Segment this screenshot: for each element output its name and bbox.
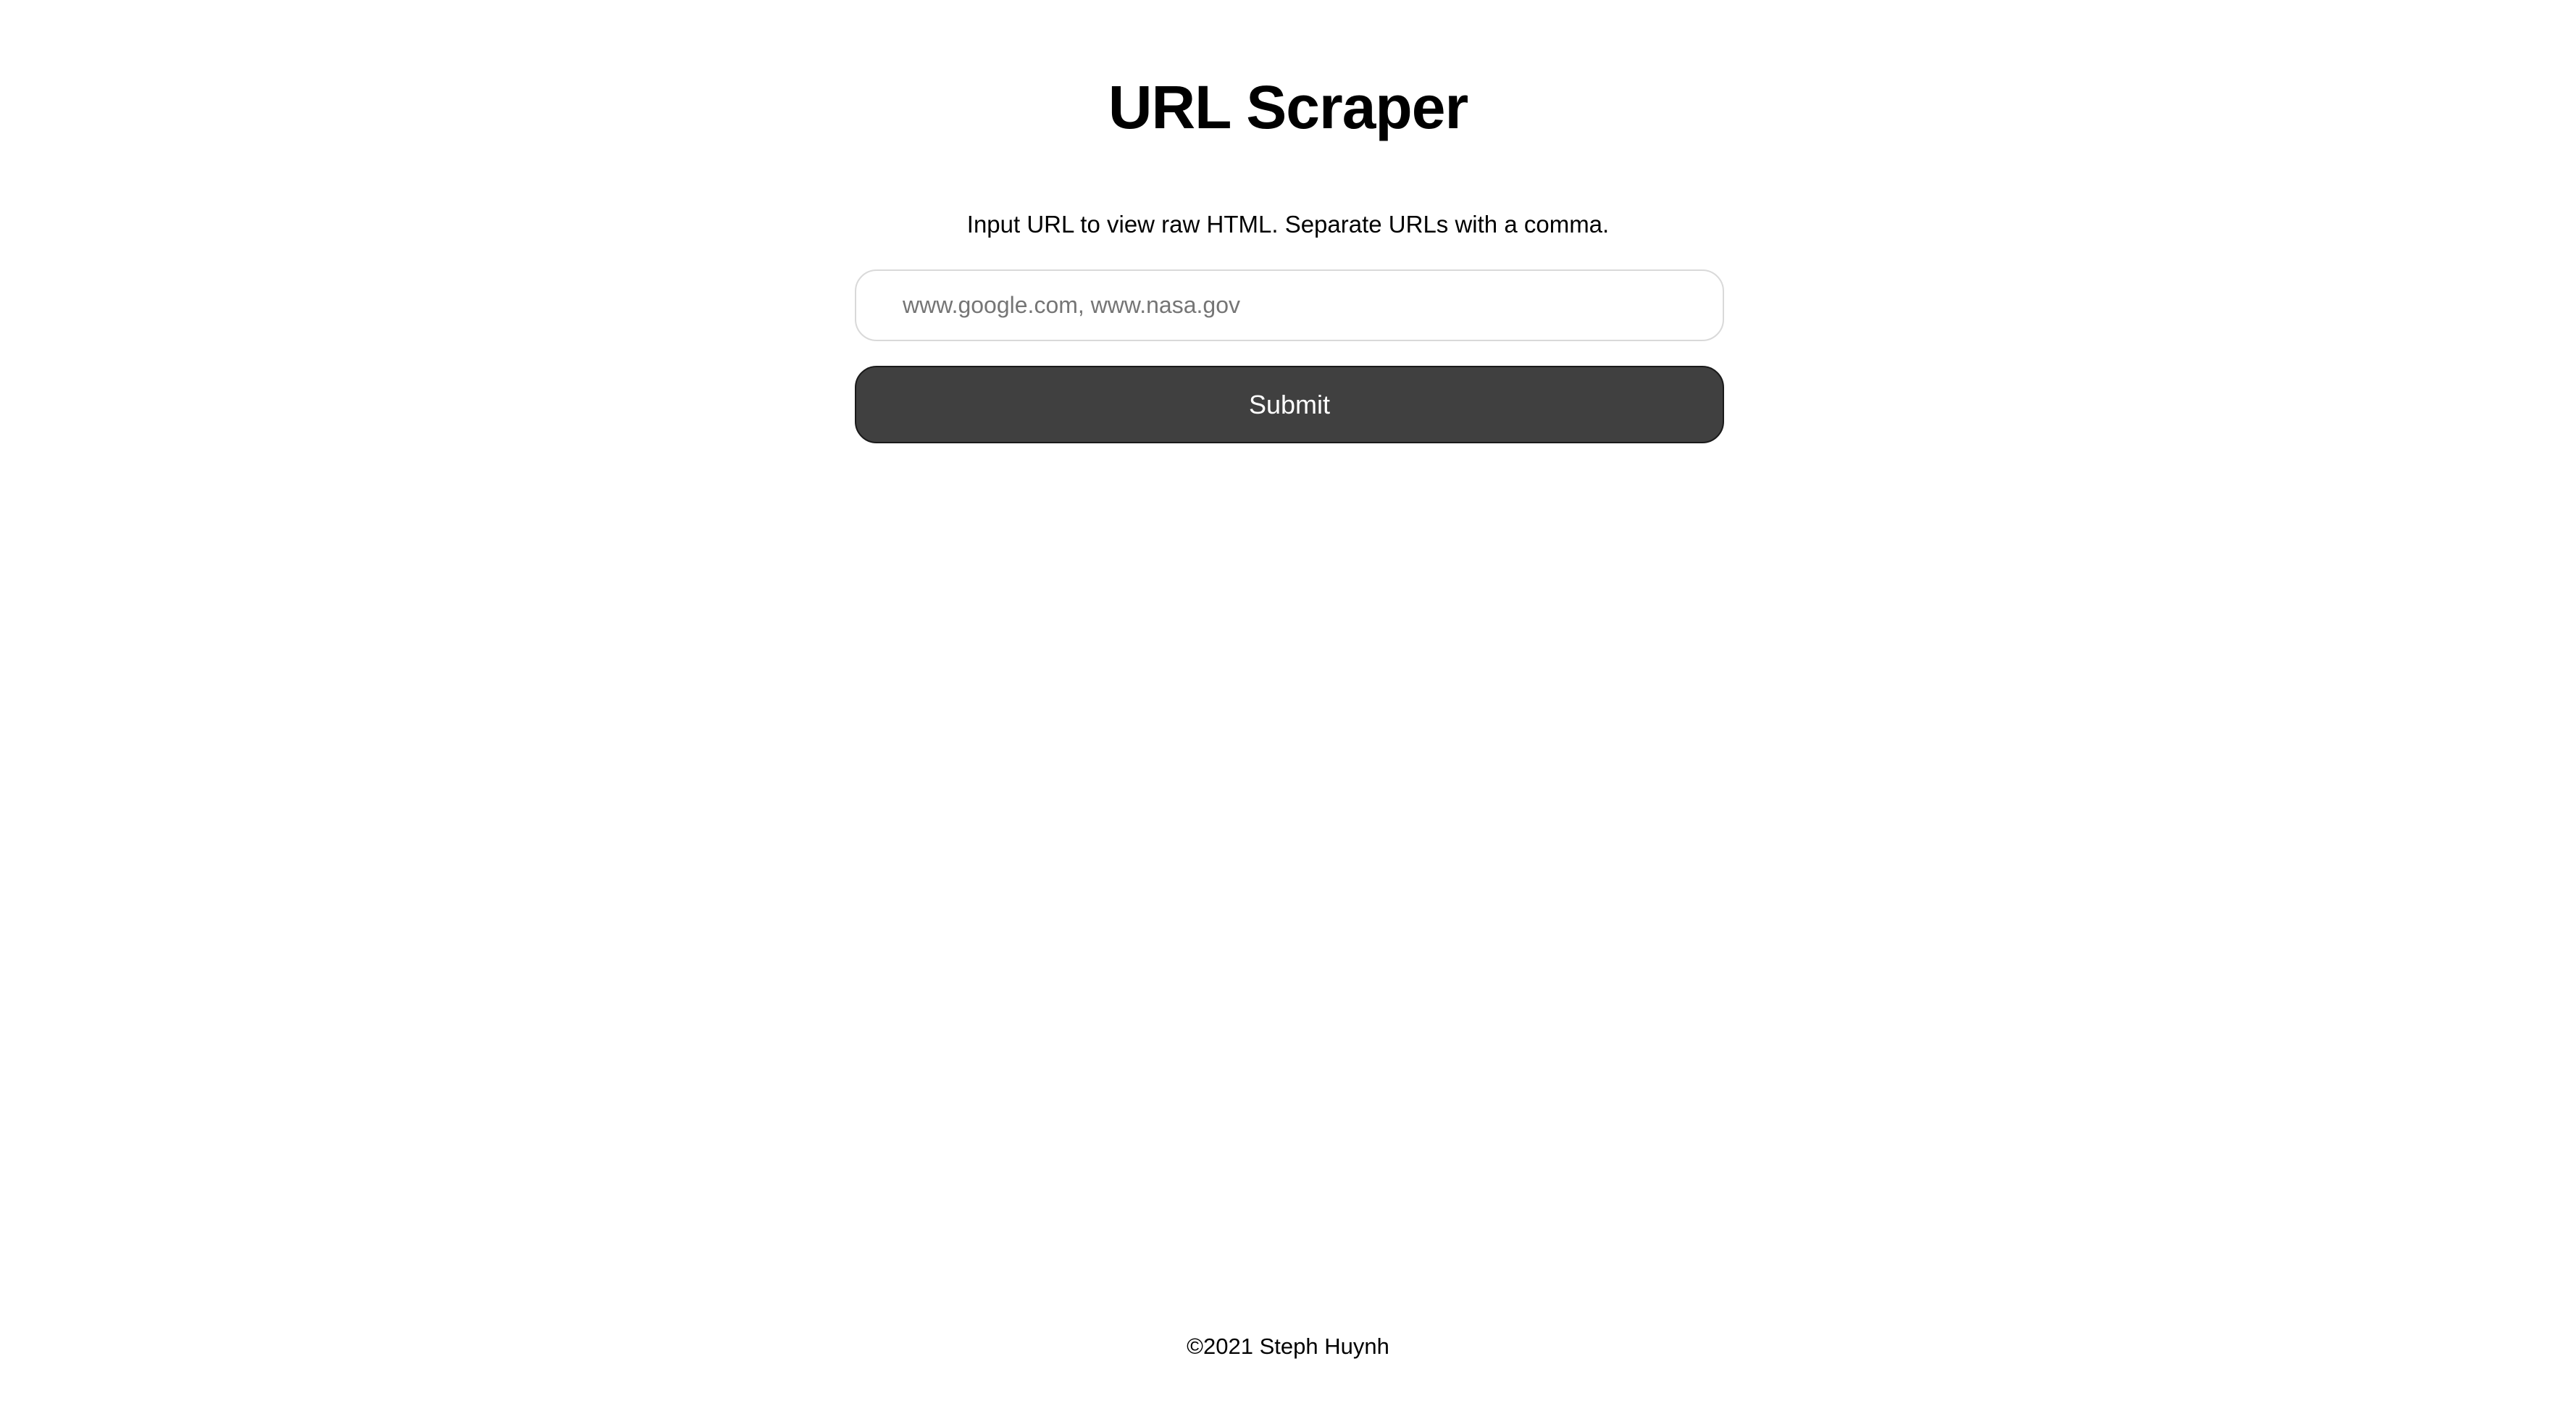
submit-button[interactable]: Submit: [855, 366, 1724, 443]
footer-copyright: ©2021 Steph Huynh: [1187, 1334, 1389, 1359]
page-title: URL Scraper: [1108, 73, 1468, 141]
instructions-text: Input URL to view raw HTML. Separate URL…: [966, 211, 1610, 238]
page: URL Scraper Input URL to view raw HTML. …: [0, 0, 2576, 1427]
url-input[interactable]: [855, 269, 1724, 341]
